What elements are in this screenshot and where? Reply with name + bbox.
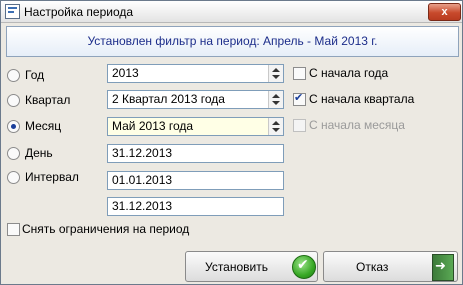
label-month: Месяц <box>25 119 62 133</box>
window-title: Настройка периода <box>24 5 134 19</box>
quarter-value: 2 Квартал 2013 года <box>112 92 225 106</box>
quarter-spinner[interactable] <box>268 91 283 108</box>
radio-month[interactable] <box>7 120 20 133</box>
checkmark-circle-icon <box>292 255 316 279</box>
label-from-month-start: С начала месяца <box>309 118 405 132</box>
radio-quarter[interactable] <box>7 94 20 107</box>
filter-banner: Установлен фильтр на период: Апрель - Ма… <box>6 26 459 57</box>
radio-year[interactable] <box>7 69 20 82</box>
year-value: 2013 <box>112 66 139 80</box>
label-day: День <box>25 146 53 160</box>
spin-down-icon[interactable] <box>272 101 280 105</box>
set-button[interactable]: Установить <box>185 251 318 282</box>
checkbox-from-quarter-start[interactable] <box>293 91 306 106</box>
interval-to-input[interactable]: 31.12.2013 <box>107 197 284 216</box>
month-value: Май 2013 года <box>112 119 194 133</box>
radio-interval[interactable] <box>7 171 20 184</box>
label-interval: Интервал <box>25 170 79 184</box>
year-select[interactable]: 2013 <box>107 64 284 83</box>
year-spinner[interactable] <box>268 65 283 82</box>
checkbox-from-month-start <box>293 119 306 132</box>
spin-up-icon[interactable] <box>272 68 280 72</box>
cancel-button[interactable]: Отказ <box>323 251 458 282</box>
close-button[interactable]: x <box>428 3 461 21</box>
label-remove-limit: Снять ограничения на период <box>22 222 190 236</box>
spin-up-icon[interactable] <box>272 121 280 125</box>
title-bar[interactable]: Настройка периода x <box>1 1 462 23</box>
spin-down-icon[interactable] <box>272 75 280 79</box>
exit-door-icon <box>432 254 454 281</box>
interval-from-input[interactable]: 01.01.2013 <box>107 171 284 190</box>
spin-up-icon[interactable] <box>272 94 280 98</box>
spin-down-icon[interactable] <box>272 128 280 132</box>
set-button-label: Установить <box>205 260 268 274</box>
label-from-quarter-start: С начала квартала <box>309 92 415 106</box>
checkbox-remove-limit[interactable] <box>7 223 20 236</box>
month-spinner[interactable] <box>268 118 283 135</box>
checkbox-from-year-start[interactable] <box>293 67 306 80</box>
quarter-select[interactable]: 2 Квартал 2013 года <box>107 90 284 109</box>
period-settings-dialog: Настройка периода x Установлен фильтр на… <box>0 0 463 285</box>
document-icon <box>5 4 20 19</box>
cancel-button-label: Отказ <box>356 260 389 274</box>
label-year: Год <box>25 68 45 82</box>
month-select[interactable]: Май 2013 года <box>107 117 284 136</box>
label-quarter: Квартал <box>25 93 71 107</box>
day-input[interactable]: 31.12.2013 <box>107 144 284 163</box>
radio-day[interactable] <box>7 147 20 160</box>
label-from-year-start: С начала года <box>309 66 389 80</box>
